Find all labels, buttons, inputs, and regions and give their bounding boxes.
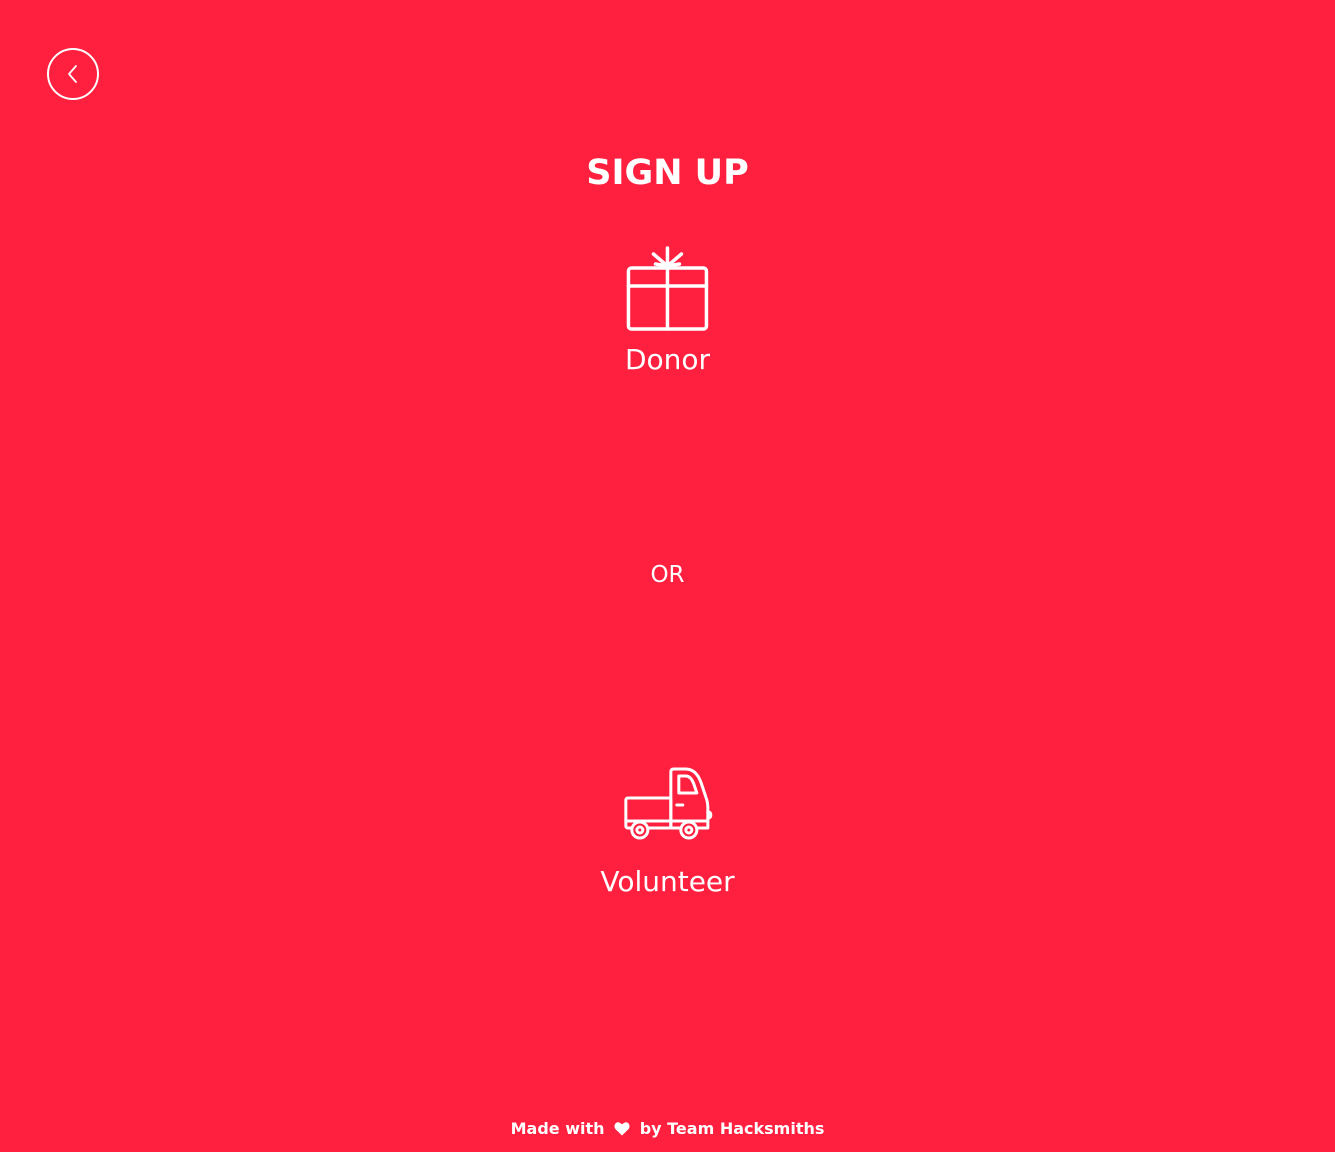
chevron-left-icon	[68, 65, 77, 83]
footer-suffix: by Team Hacksmiths	[639, 1119, 825, 1138]
truck-icon	[623, 767, 712, 840]
or-separator: OR	[650, 562, 685, 588]
footer-prefix: Made with	[510, 1119, 605, 1138]
donor-label: Donor	[624, 343, 711, 376]
footer: Made with by Team Hacksmiths	[0, 1118, 1335, 1140]
page-title: SIGN UP	[586, 153, 749, 193]
heart-icon	[614, 1122, 630, 1136]
volunteer-label: Volunteer	[600, 865, 735, 898]
gift-icon	[626, 246, 709, 331]
back-button[interactable]	[47, 48, 99, 100]
volunteer-option[interactable]: Volunteer	[600, 766, 735, 900]
donor-option[interactable]: Donor	[625, 244, 710, 378]
